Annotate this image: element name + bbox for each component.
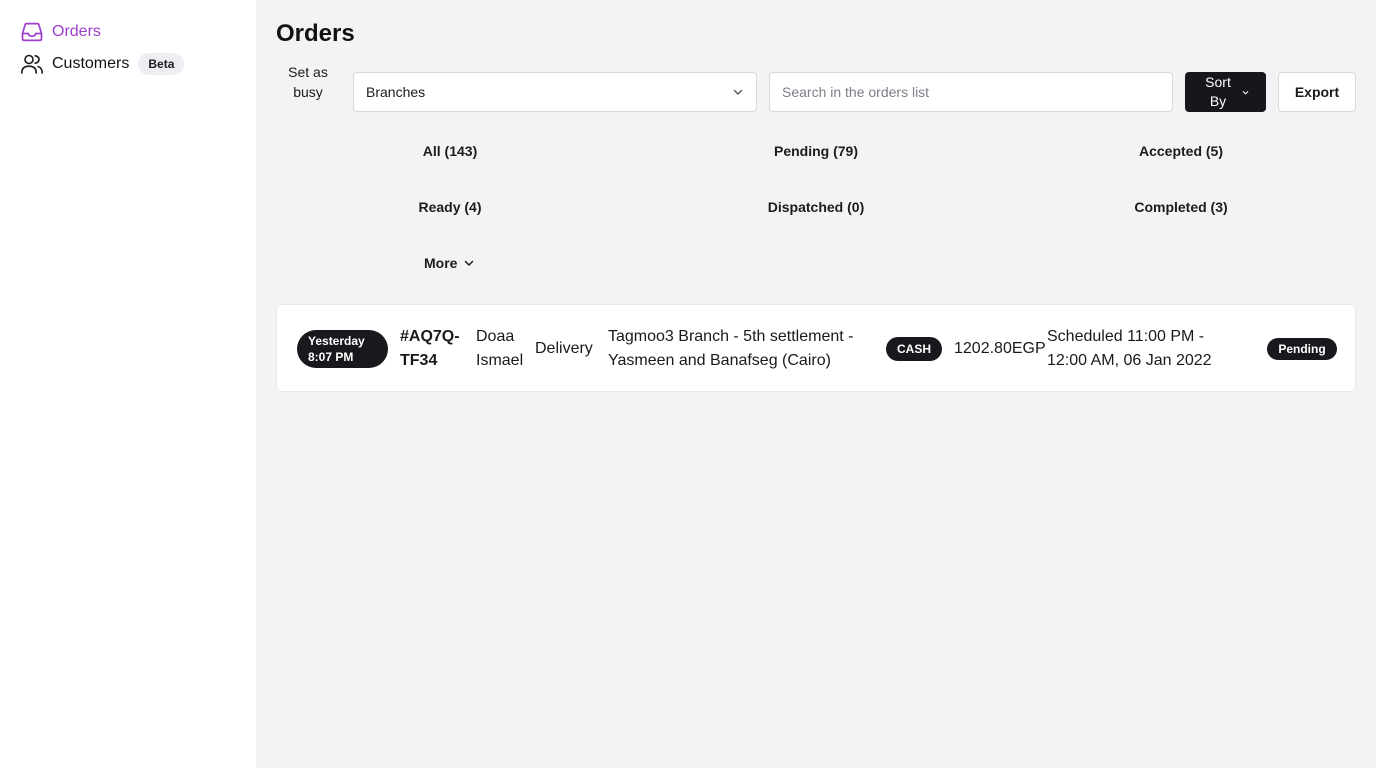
order-id: #AQ7Q-TF34 <box>400 328 460 369</box>
tab-ready[interactable]: Ready (4) <box>418 199 481 215</box>
set-as-busy-button[interactable]: Set as busy <box>276 62 340 102</box>
order-row[interactable]: Yesterday 8:07 PM #AQ7Q-TF34 Doaa Ismael… <box>276 304 1356 392</box>
page-title: Orders <box>276 20 355 47</box>
payment-method-badge: CASH <box>886 337 942 361</box>
order-amount: 1202.80EGP <box>954 340 1046 357</box>
more-tabs-button[interactable]: More <box>424 255 475 271</box>
sort-by-button[interactable]: Sort By <box>1185 72 1266 112</box>
beta-badge: Beta <box>138 53 185 75</box>
tab-dispatched[interactable]: Dispatched (0) <box>768 199 864 215</box>
tab-pending[interactable]: Pending (79) <box>774 143 858 159</box>
sidebar: Orders Customers Beta <box>0 0 256 768</box>
order-branch: Tagmoo3 Branch - 5th settlement - Yasmee… <box>608 328 854 369</box>
order-time-badge: Yesterday 8:07 PM <box>297 330 388 368</box>
order-type: Delivery <box>535 340 593 357</box>
sort-by-label: Sort By <box>1205 74 1231 109</box>
tab-accepted[interactable]: Accepted (5) <box>1139 143 1223 159</box>
status-badge: Pending <box>1267 338 1337 360</box>
tab-all[interactable]: All (143) <box>423 143 477 159</box>
search-input[interactable] <box>769 72 1173 112</box>
sidebar-item-customers[interactable]: Customers Beta <box>20 51 185 77</box>
inbox-icon <box>20 20 44 44</box>
chevron-down-icon <box>732 86 744 98</box>
chevron-down-icon <box>1241 88 1250 97</box>
branches-select[interactable]: Branches <box>353 72 757 112</box>
sidebar-item-label: Customers <box>52 55 130 72</box>
users-icon <box>20 52 44 76</box>
export-button[interactable]: Export <box>1278 72 1356 112</box>
main-content: Orders Set as busy Branches Sort By Expo… <box>256 0 1376 768</box>
order-schedule: Scheduled 11:00 PM - 12:00 AM, 06 Jan 20… <box>1047 328 1212 369</box>
sidebar-item-orders[interactable]: Orders <box>20 19 101 45</box>
chevron-down-icon <box>463 257 475 269</box>
branches-select-value: Branches <box>366 84 426 100</box>
tab-completed[interactable]: Completed (3) <box>1134 199 1227 215</box>
more-label: More <box>424 255 458 271</box>
sidebar-item-label: Orders <box>52 23 101 40</box>
order-customer: Doaa Ismael <box>476 328 524 369</box>
